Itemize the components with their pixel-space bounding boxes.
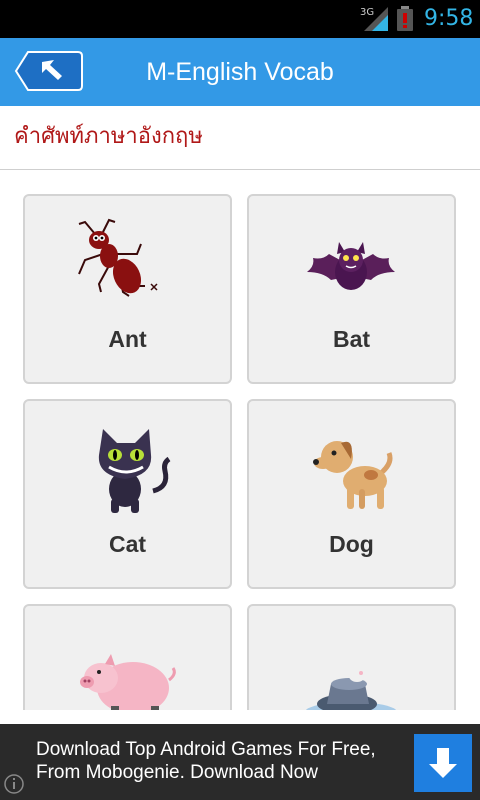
- status-bar: 3G 9:58: [0, 0, 480, 38]
- action-bar: M-English Vocab: [0, 38, 480, 106]
- tile-label: Bat: [332, 326, 371, 352]
- hat-icon: [305, 670, 397, 710]
- tile-dog[interactable]: Dog: [247, 399, 456, 589]
- ant-icon: [78, 218, 158, 297]
- tile-cat[interactable]: Cat: [23, 399, 232, 589]
- dog-icon: [313, 441, 393, 509]
- tile-label: Cat: [108, 531, 147, 557]
- network-type: 3G: [360, 7, 374, 18]
- tile-label: Ant: [108, 326, 147, 352]
- section-title: คำศัพท์ภาษาอังกฤษ: [14, 124, 203, 149]
- ad-text[interactable]: Download Top Android Games For Free, Fro…: [36, 738, 396, 784]
- ad-download-button[interactable]: [414, 734, 472, 792]
- pig-icon: [80, 654, 176, 710]
- tile-ant[interactable]: Ant: [23, 194, 232, 384]
- tile-hat[interactable]: [247, 604, 456, 710]
- tile-bat[interactable]: Bat: [247, 194, 456, 384]
- back-button[interactable]: [14, 50, 84, 92]
- tile-pig[interactable]: [23, 604, 232, 710]
- vocab-grid: Ant Bat Cat Dog: [0, 171, 480, 710]
- download-arrow-icon: [429, 748, 457, 778]
- signal-3g-icon: 3G: [360, 7, 388, 31]
- section-header: คำศัพท์ภาษาอังกฤษ: [0, 106, 480, 170]
- cat-icon: [98, 429, 171, 513]
- ad-banner[interactable]: Download Top Android Games For Free, Fro…: [0, 724, 480, 800]
- battery-alert-icon: [397, 6, 413, 31]
- info-icon[interactable]: [3, 773, 25, 795]
- clock: 9:58: [424, 6, 474, 31]
- tile-label: Dog: [329, 531, 374, 557]
- bat-icon: [307, 242, 395, 290]
